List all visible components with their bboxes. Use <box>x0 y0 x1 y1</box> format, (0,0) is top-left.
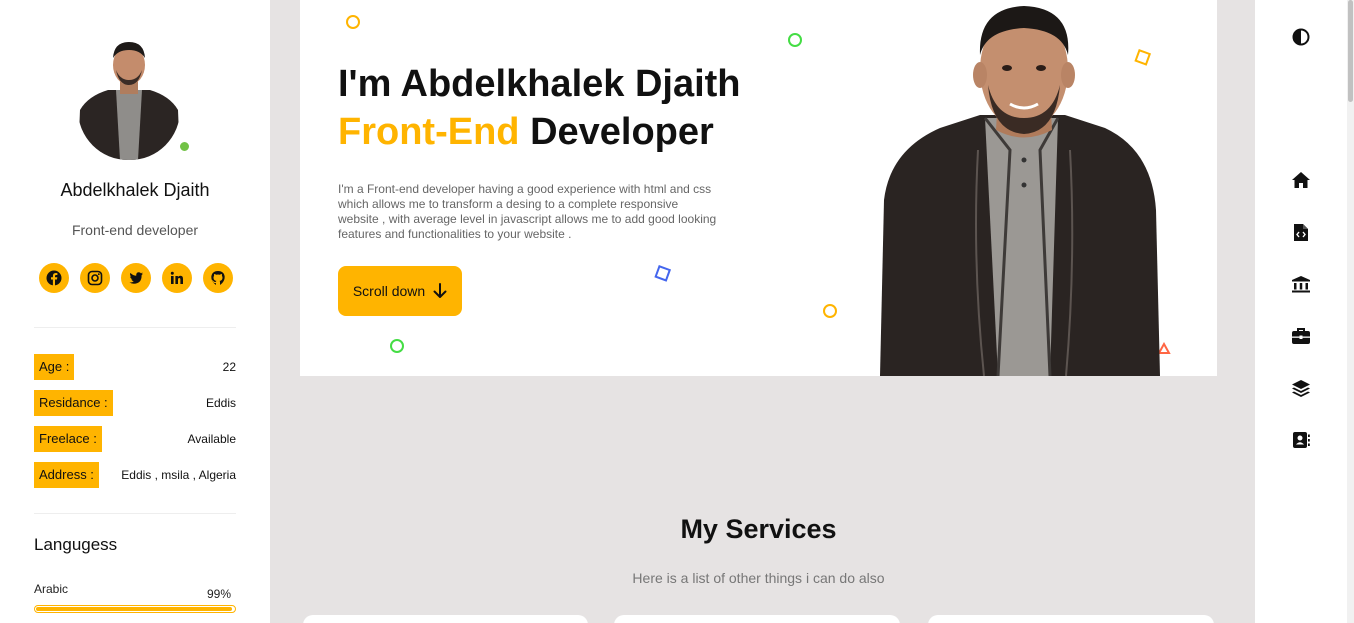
service-card[interactable] <box>614 615 900 623</box>
linkedin-icon <box>170 271 183 284</box>
briefcase-icon <box>1292 328 1310 344</box>
theme-toggle-icon <box>1292 28 1310 46</box>
info-value: Available <box>187 432 236 446</box>
nav-contact[interactable] <box>1291 430 1311 450</box>
layers-icon <box>1292 380 1310 397</box>
profile-sidebar: Abdelkhalek Djaith Front-end developer A… <box>0 0 270 623</box>
arrow-down-icon <box>433 283 447 298</box>
info-value: Eddis <box>205 396 236 410</box>
hero-accent-word: Front-End <box>338 111 520 153</box>
instagram-icon <box>87 270 103 286</box>
sidebar-divider <box>34 327 236 328</box>
hero-description: I'm a Front-end developer having a good … <box>338 182 717 241</box>
nav-portfolio[interactable] <box>1291 378 1311 398</box>
hero-title-line2: Front-End Developer <box>338 108 741 156</box>
sidebar-divider <box>34 513 236 514</box>
circle-shape-icon <box>788 33 802 47</box>
linkedin-link[interactable] <box>162 263 192 293</box>
profile-name: Abdelkhalek Djaith <box>60 180 210 200</box>
info-row-age: Age : 22 <box>34 354 236 380</box>
right-navigation <box>1255 0 1354 623</box>
twitter-link[interactable] <box>121 263 151 293</box>
hero-section: I'm Abdelkhalek Djaith Front-End Develop… <box>300 0 1217 376</box>
nav-education[interactable] <box>1291 274 1311 294</box>
page-scrollbar[interactable] <box>1347 0 1354 623</box>
info-label: Freelace : <box>34 426 102 452</box>
nav-home[interactable] <box>1291 170 1311 190</box>
hero-title-line1: I'm Abdelkhalek Djaith <box>338 63 741 105</box>
square-shape-icon <box>654 265 672 282</box>
code-file-icon <box>1294 223 1308 241</box>
profile-role: Front-end developer <box>71 222 199 238</box>
circle-shape-icon <box>823 304 837 318</box>
hero-title-rest: Developer <box>519 111 714 153</box>
scroll-down-label: Scroll down <box>352 283 426 299</box>
contact-book-icon <box>1293 432 1310 448</box>
bank-icon <box>1292 276 1310 293</box>
twitter-icon <box>129 272 143 284</box>
avatar-container <box>78 38 190 160</box>
hero-title: I'm Abdelkhalek Djaith Front-End Develop… <box>338 60 741 156</box>
github-link[interactable] <box>203 263 233 293</box>
info-row-address: Address : Eddis , msila , Algeria <box>34 462 236 488</box>
info-label: Age : <box>34 354 75 380</box>
hero-portrait-image <box>880 6 1160 376</box>
instagram-link[interactable] <box>80 263 110 293</box>
nav-experience[interactable] <box>1291 326 1311 346</box>
scrollbar-thumb[interactable] <box>1348 0 1353 102</box>
avatar <box>78 38 180 160</box>
facebook-link[interactable] <box>39 263 69 293</box>
info-value: Eddis , msila , Algeria <box>121 468 236 482</box>
info-row-freelance: Freelace : Available <box>34 426 236 452</box>
info-label: Residance : <box>34 390 113 416</box>
language-name: Arabic <box>34 582 69 596</box>
service-card[interactable] <box>303 615 588 623</box>
services-title: My Services <box>680 514 837 544</box>
circle-shape-icon <box>390 339 404 353</box>
nav-resume[interactable] <box>1291 222 1311 242</box>
service-card[interactable] <box>928 615 1214 623</box>
info-row-residance: Residance : Eddis <box>34 390 236 416</box>
scroll-down-button[interactable]: Scroll down <box>338 266 462 316</box>
online-status-dot <box>179 141 190 152</box>
services-subtitle: Here is a list of other things i can do … <box>632 570 885 586</box>
language-progress-fill <box>36 607 233 611</box>
home-icon <box>1292 172 1310 188</box>
languages-title: Langugess <box>34 535 118 554</box>
info-label: Address : <box>34 462 99 488</box>
language-progress-bar <box>34 605 236 613</box>
github-icon <box>211 271 225 285</box>
language-percent: 99% <box>206 587 231 601</box>
info-value: 22 <box>222 360 236 374</box>
social-links <box>39 263 233 293</box>
facebook-icon <box>46 270 62 286</box>
circle-shape-icon <box>346 15 360 29</box>
theme-toggle-button[interactable] <box>1291 27 1311 47</box>
